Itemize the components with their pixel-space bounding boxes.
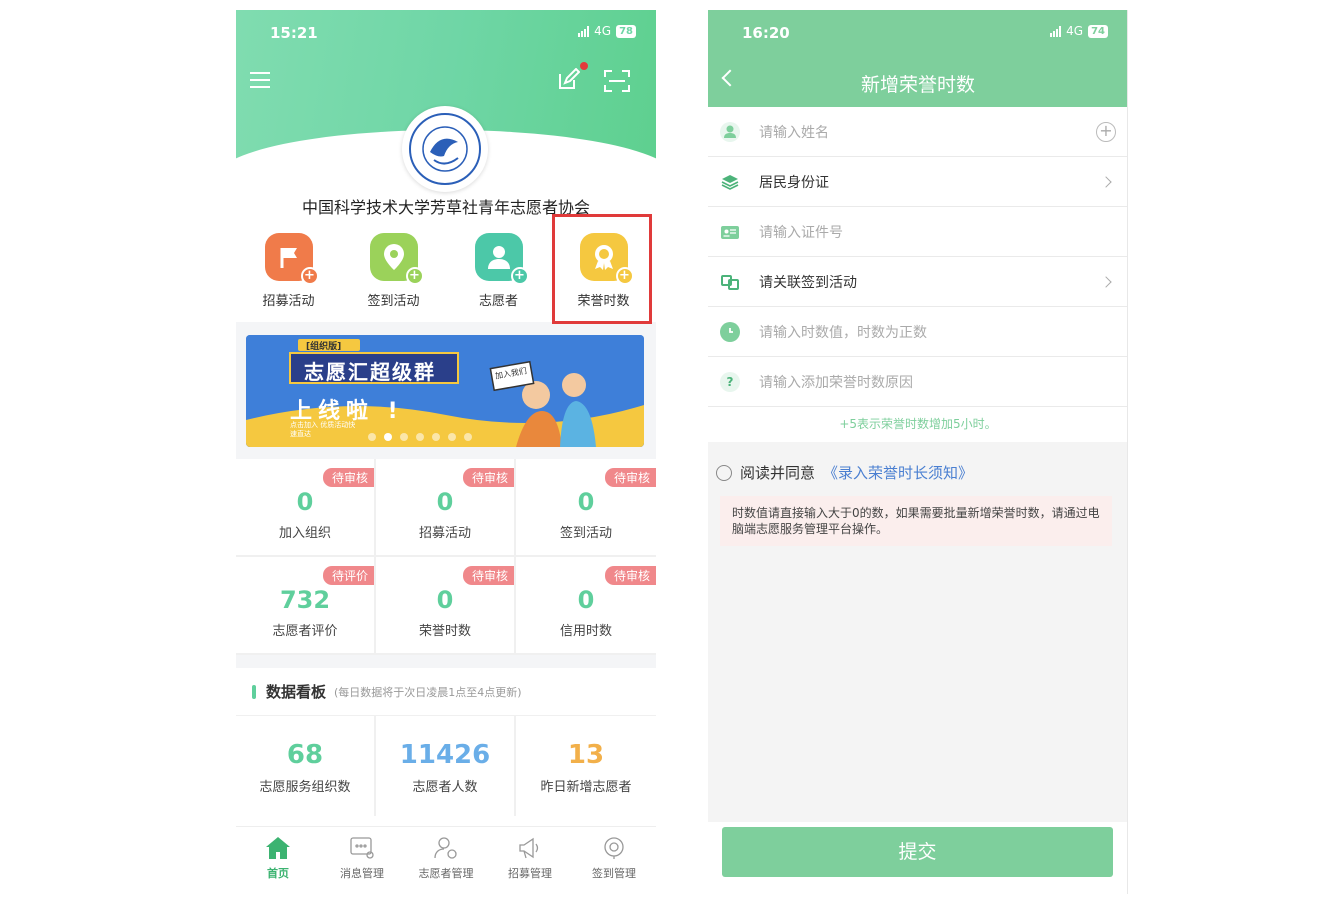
link-icon (720, 271, 740, 292)
tab-messages[interactable]: 消息管理 (320, 827, 404, 894)
name-field[interactable]: 请输入姓名 + (708, 107, 1127, 157)
status-bar: 16:20 4G 74 (708, 24, 1127, 46)
stat-honor-hours[interactable]: 待审核 0 荣誉时数 (376, 557, 516, 653)
chevron-right-icon (1100, 175, 1112, 188)
bottom-tab-bar: 首页 消息管理 志愿者管理 招募管理 签到管理 (236, 826, 656, 894)
network-type: 4G (1066, 24, 1084, 38)
signal-icon (1050, 25, 1062, 37)
shortcut-checkin[interactable]: + 签到活动 (341, 230, 446, 322)
tab-volunteer-manage[interactable]: 志愿者管理 (404, 827, 488, 894)
org-home-screen: 15:21 4G 78 中国科学技术大学芳草社青年志愿者协会 + 招募活动 + … (236, 10, 656, 894)
board-note: (每日数据将于次日凌晨1点至4点更新) (334, 685, 522, 699)
stat-checkin[interactable]: 待审核 0 签到活动 (516, 459, 656, 555)
add-honor-hours-screen: 16:20 4G 74 新增荣誉时数 请输入姓名 + 居民身份证 请输入证件号 … (708, 10, 1128, 894)
tab-home[interactable]: 首页 (236, 827, 320, 894)
signal-icon (578, 25, 590, 37)
stat-credit-hours[interactable]: 待审核 0 信用时数 (516, 557, 656, 653)
id-number-field[interactable]: 请输入证件号 (708, 207, 1127, 257)
board-title: 数据看板 (266, 683, 327, 701)
notice-box: 时数值请直接输入大于0的数，如果需要批量新增荣誉时数，请通过电脑端志愿服务管理平… (720, 496, 1112, 546)
hours-field[interactable]: 请输入时数值，时数为正数 (708, 307, 1127, 357)
home-icon (263, 835, 293, 861)
layers-icon (720, 171, 740, 192)
id-card-icon (720, 221, 740, 242)
banner-tag: [组织版] (306, 342, 342, 352)
status-badge: 待审核 (462, 468, 514, 487)
flag-icon: + (264, 233, 319, 285)
agreement: 阅读并同意 《录入荣誉时长须知》 (716, 462, 973, 483)
status-bar: 15:21 4G 78 (236, 24, 656, 46)
menu-icon[interactable] (250, 72, 270, 90)
question-icon: ? (720, 371, 740, 392)
clock-icon (720, 321, 740, 342)
reason-field[interactable]: ? 请输入添加荣誉时数原因 (708, 357, 1127, 407)
org-emblem-icon (409, 113, 481, 185)
data-board: 数据看板 (每日数据将于次日凌晨1点至4点更新) 68 志愿服务组织数 1142… (236, 668, 656, 838)
battery-icon: 74 (1088, 24, 1108, 38)
status-badge: 待审核 (604, 566, 656, 585)
status-badge: 待评价 (322, 566, 374, 585)
network-type: 4G (594, 24, 612, 38)
agree-text: 阅读并同意 (740, 464, 816, 482)
notification-dot (580, 62, 588, 70)
person-icon: + (474, 233, 529, 285)
board-volunteer-count: 11426 志愿者人数 (376, 716, 516, 816)
status-badge: 待审核 (322, 468, 374, 487)
checkin-icon (599, 835, 629, 861)
user-icon (720, 121, 740, 142)
shortcut-recruit[interactable]: + 招募活动 (236, 230, 341, 322)
scan-icon[interactable] (604, 70, 630, 92)
status-time: 15:21 (270, 24, 318, 42)
status-badge: 待审核 (604, 468, 656, 487)
stat-recruit[interactable]: 待审核 0 招募活动 (376, 459, 516, 555)
nav-bar: 16:20 4G 74 新增荣誉时数 (708, 10, 1127, 107)
submit-button[interactable]: 提交 (722, 827, 1113, 877)
megaphone-icon (515, 835, 545, 861)
tab-recruit-manage[interactable]: 招募管理 (488, 827, 572, 894)
battery-icon: 78 (616, 24, 636, 38)
board-new-volunteers: 13 昨日新增志愿者 (540, 740, 632, 795)
org-logo (402, 106, 488, 192)
add-circle-icon[interactable]: + (1096, 121, 1116, 142)
banner-small-text: 点击加入 优质活动快速直达 (290, 421, 356, 438)
banner-pagination (368, 433, 472, 441)
review-stats: 待审核 0 加入组织 待审核 0 招募活动 待审核 0 签到活动 待评价 732… (236, 459, 656, 655)
shortcut-volunteer[interactable]: + 志愿者 (446, 230, 551, 322)
status-time: 16:20 (742, 24, 790, 42)
volunteer-manage-icon (431, 835, 461, 861)
page-title: 新增荣誉时数 (860, 74, 975, 96)
location-pin-icon: + (369, 233, 424, 285)
chevron-right-icon (1100, 275, 1112, 288)
banner-title: 志愿汇超级群 (304, 360, 436, 384)
activity-select[interactable]: 请关联签到活动 (708, 257, 1127, 307)
message-icon (347, 835, 377, 861)
agree-link[interactable]: 《录入荣誉时长须知》 (823, 462, 973, 483)
honor-hours-form: 请输入姓名 + 居民身份证 请输入证件号 请关联签到活动 请输入时数值，时数为正… (708, 107, 1127, 442)
promo-banner[interactable]: [组织版] 志愿汇超级群 上线啦 ! 加入我们 点击加入 优质活动快速直达 (246, 335, 644, 447)
status-badge: 待审核 (462, 566, 514, 585)
highlight-box (552, 214, 652, 324)
hours-hint: +5表示荣誉时数增加5小时。 (708, 407, 1127, 442)
agree-radio[interactable] (716, 464, 732, 481)
stat-volunteer-review[interactable]: 待评价 732 志愿者评价 (236, 557, 376, 653)
stat-join-org[interactable]: 待审核 0 加入组织 (236, 459, 376, 555)
id-type-select[interactable]: 居民身份证 (708, 157, 1127, 207)
board-org-count: 68 志愿服务组织数 (236, 716, 376, 816)
tab-checkin-manage[interactable]: 签到管理 (572, 827, 656, 894)
edit-icon[interactable] (556, 68, 580, 92)
